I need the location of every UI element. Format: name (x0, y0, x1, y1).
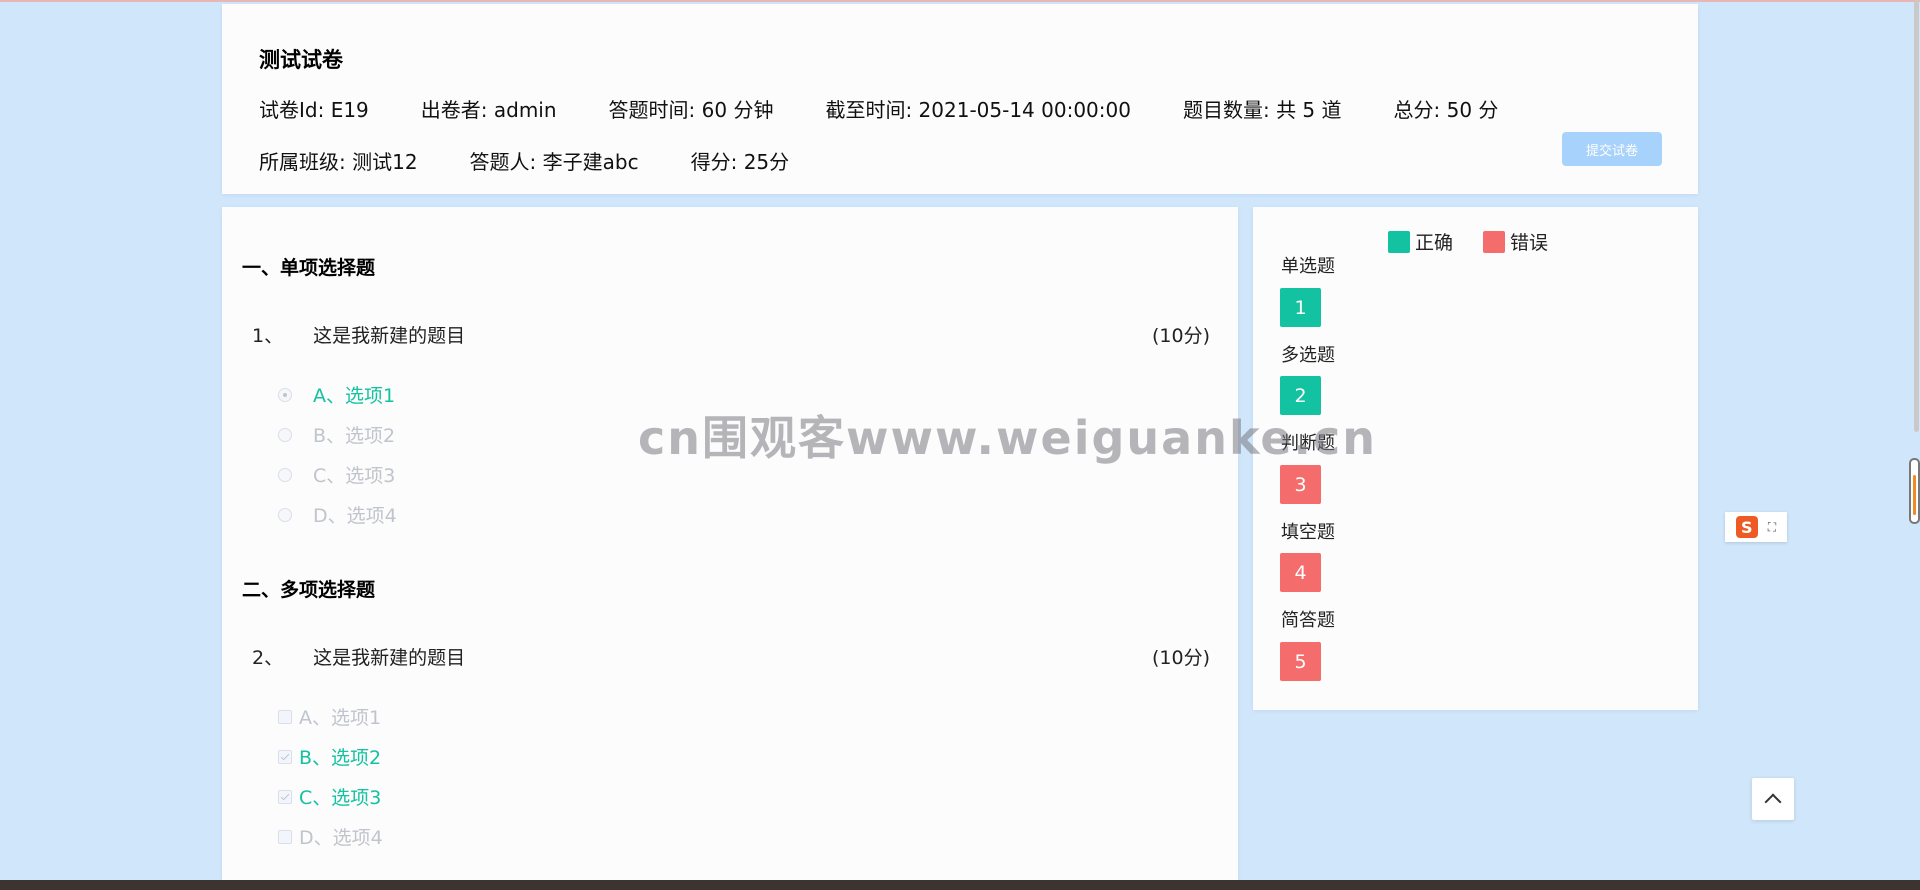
paper-meta-row-1: 试卷Id: E19 出卷者: admin 答题时间: 60 分钟 截至时间: 2… (259, 94, 1550, 123)
question-2-row: 2、 这是我新建的题目 (10分) (252, 643, 1210, 670)
answer-duration: 答题时间: 60 分钟 (608, 98, 774, 122)
side-scroll-handle[interactable] (1909, 458, 1920, 524)
q1-option-d[interactable]: D、选项4 (278, 501, 397, 528)
chevron-up-icon (1764, 793, 1782, 810)
expand-icon[interactable]: ⛶ (1768, 520, 1776, 535)
paper-title: 测试试卷 (259, 48, 343, 72)
radio-icon[interactable] (278, 507, 292, 522)
taskbar-strip (0, 880, 1920, 890)
ime-toolbar[interactable]: S ⛶ (1725, 512, 1787, 542)
q2-option-d[interactable]: D、选项4 (278, 823, 383, 850)
checkbox-icon[interactable] (278, 749, 292, 764)
legend-correct: 正确 (1388, 228, 1453, 255)
legend-wrong: 错误 (1483, 228, 1548, 255)
paper-author: 出卷者: admin (420, 98, 557, 122)
page-scrollbar-thumb[interactable] (1914, 0, 1919, 432)
q2-option-c[interactable]: C、选项3 (278, 783, 381, 810)
question-1-text: 这是我新建的题目 (313, 325, 466, 347)
question-1-stem: 1、 这是我新建的题目 (252, 321, 465, 348)
q2-option-a[interactable]: A、选项1 (278, 703, 381, 730)
sheet-question-4[interactable]: 4 (1280, 553, 1321, 592)
question-1-row: 1、 这是我新建的题目 (10分) (252, 321, 1210, 348)
question-2-stem: 2、 这是我新建的题目 (252, 643, 465, 670)
total-score: 总分: 50 分 (1393, 98, 1499, 122)
section-multiple-choice-title: 二、多项选择题 (242, 579, 376, 601)
type-label-short-answer: 简答题 (1281, 610, 1335, 631)
radio-icon[interactable] (278, 387, 292, 402)
sogou-ime-icon[interactable]: S (1735, 516, 1758, 538)
class-name: 所属班级: 测试12 (259, 150, 418, 174)
watermark: cn围观客www.weiguanke.cn (638, 411, 1378, 465)
type-label-single: 单选题 (1281, 256, 1335, 277)
type-label-multiple: 多选题 (1281, 345, 1335, 366)
question-1-number: 1、 (252, 325, 284, 347)
answer-legend: 正确 错误 (1388, 228, 1578, 255)
wrong-swatch (1483, 230, 1506, 253)
question-2-score: (10分) (1151, 647, 1210, 669)
sheet-question-1[interactable]: 1 (1280, 288, 1321, 327)
radio-icon[interactable] (278, 427, 292, 442)
obtained-score: 得分: 25分 (690, 150, 790, 174)
q1-option-a[interactable]: A、选项1 (278, 381, 395, 408)
correct-swatch (1388, 230, 1410, 253)
paper-meta-row-2: 所属班级: 测试12 答题人: 李子建abc 得分: 25分 (259, 146, 841, 175)
checkbox-icon[interactable] (278, 709, 292, 724)
q1-option-b[interactable]: B、选项2 (278, 421, 395, 448)
window-top-accent (0, 0, 1920, 2)
back-to-top-button[interactable] (1752, 778, 1794, 820)
q2-option-b[interactable]: B、选项2 (278, 743, 381, 770)
type-label-fill: 填空题 (1281, 522, 1335, 543)
answerer: 答题人: 李子建abc (469, 150, 639, 174)
checkbox-icon[interactable] (278, 829, 292, 844)
question-count: 题目数量: 共 5 道 (1182, 98, 1342, 122)
sheet-question-5[interactable]: 5 (1280, 642, 1321, 681)
paper-info-card: 测试试卷 试卷Id: E19 出卷者: admin 答题时间: 60 分钟 截至… (222, 4, 1698, 194)
question-2-text: 这是我新建的题目 (313, 647, 466, 669)
question-2-number: 2、 (252, 647, 284, 669)
sheet-question-3[interactable]: 3 (1280, 465, 1321, 504)
section-single-choice-title: 一、单项选择题 (242, 257, 376, 279)
radio-icon[interactable] (278, 467, 292, 482)
question-1-score: (10分) (1151, 325, 1210, 347)
q1-option-c[interactable]: C、选项3 (278, 461, 395, 488)
checkbox-icon[interactable] (278, 789, 292, 804)
questions-panel: 一、单项选择题 1、 这是我新建的题目 (10分) A、选项1 B、选项2 C、… (222, 207, 1238, 880)
deadline: 截至时间: 2021-05-14 00:00:00 (825, 98, 1131, 122)
submit-paper-button[interactable]: 提交试卷 (1562, 132, 1662, 166)
paper-id: 试卷Id: E19 (259, 98, 369, 122)
